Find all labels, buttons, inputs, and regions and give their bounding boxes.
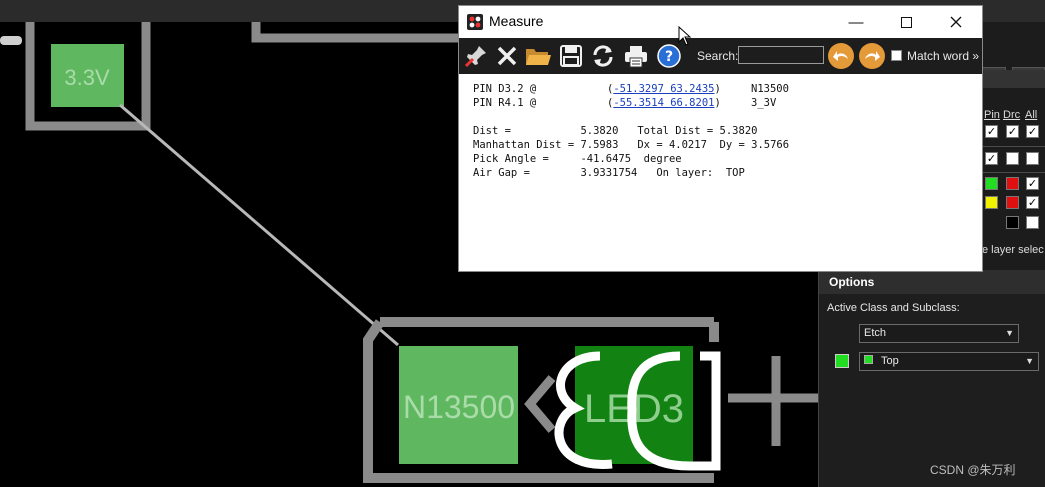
pin2-coords-link[interactable]: -55.3514 66.8201: [613, 97, 714, 109]
all-checkbox[interactable]: [1026, 216, 1039, 229]
search-label: Search:: [697, 49, 739, 63]
trace-stub: [0, 36, 22, 45]
color-swatch-green[interactable]: [985, 177, 998, 190]
class-value: Etch: [864, 327, 887, 339]
all-checkbox[interactable]: ✓: [1026, 125, 1039, 138]
pin1-net: N13500: [751, 83, 789, 95]
window-title: Measure: [489, 13, 544, 29]
arrow-right-icon: [865, 51, 880, 61]
svg-text:?: ?: [665, 49, 673, 65]
pick-angle-line: Pick Angle = -41.6475 degree: [473, 153, 682, 165]
chevron-down-icon: ▼: [1005, 328, 1014, 338]
refresh-button[interactable]: [589, 42, 617, 70]
open-button[interactable]: [524, 42, 552, 70]
all-header: All: [1025, 109, 1038, 121]
all-checkbox[interactable]: ✓: [1026, 177, 1039, 190]
manhattan-line: Manhattan Dist = 7.5983 Dx = 4.0217 Dy =…: [473, 139, 790, 151]
drc-header: Drc: [1003, 109, 1021, 121]
printer-icon: [625, 46, 647, 68]
minimize-button[interactable]: —: [833, 6, 879, 38]
help-button[interactable]: ?: [655, 42, 683, 70]
refresh-icon: [593, 45, 613, 67]
options-panel: Options Active Class and Subclass: Etch …: [818, 270, 1045, 487]
pad-n13500-label: N13500: [403, 389, 515, 425]
board-outline-top: [251, 22, 460, 43]
drc-checkbox[interactable]: ✓: [1006, 125, 1019, 138]
all-checkbox[interactable]: ✓: [1026, 196, 1039, 209]
color-swatch-red[interactable]: [1006, 177, 1019, 190]
class-color-swatch[interactable]: [835, 354, 849, 368]
color-swatch-yellow[interactable]: [985, 196, 998, 209]
floppy-disk-icon: [560, 45, 582, 67]
plus-mark: [728, 356, 818, 446]
maximize-button[interactable]: [883, 6, 929, 38]
dist-line: Dist = 5.3820 Total Dist = 5.3820: [473, 125, 758, 137]
mouse-cursor-icon: [678, 26, 692, 46]
panel-header: [982, 70, 1045, 88]
drc-checkbox[interactable]: [1006, 152, 1019, 165]
pin-checkbox[interactable]: ✓: [985, 152, 998, 165]
pin-checkbox[interactable]: ✓: [985, 125, 998, 138]
layer-select-note: e layer selec: [982, 244, 1044, 256]
diode-symbol: [524, 375, 556, 433]
match-word-checkbox[interactable]: [891, 50, 902, 61]
maximize-icon: [900, 16, 912, 28]
search-input[interactable]: [738, 46, 824, 64]
title-bar[interactable]: Measure —: [459, 6, 982, 38]
next-match-button[interactable]: [859, 43, 885, 69]
measure-window[interactable]: Measure — ? Search: Match word » PIN D3.…: [458, 5, 983, 272]
air-gap-line: Air Gap = 3.9331754 On layer: TOP: [473, 167, 745, 179]
arrow-left-icon: [833, 51, 848, 61]
divider: [982, 146, 1045, 147]
subclass-value: Top: [881, 355, 899, 367]
previous-match-button[interactable]: [828, 43, 854, 69]
match-word-label: Match word »: [907, 49, 980, 63]
pin1-label: PIN D3.2 @: [473, 83, 537, 95]
close-button[interactable]: [933, 6, 979, 38]
print-button[interactable]: [622, 42, 650, 70]
class-dropdown[interactable]: Etch ▼: [859, 324, 1019, 343]
pin2-coords-row: (-55.3514 66.8201): [607, 97, 721, 109]
pin1-coords-row: (-51.3297 63.2435): [607, 83, 721, 95]
watermark: CSDN @朱万利: [930, 463, 1016, 477]
measure-toolbar: ? Search: Match word »: [459, 38, 982, 74]
app-icon: [467, 14, 483, 30]
options-title: Options: [819, 270, 1045, 294]
x-icon: [497, 46, 517, 66]
pin-tool-button[interactable]: [462, 42, 490, 70]
save-button[interactable]: [557, 42, 585, 70]
subclass-color-icon: [864, 355, 873, 364]
chevron-down-icon: ▼: [1025, 356, 1034, 366]
pin-header: Pin: [984, 109, 1000, 121]
pin1-coords-link[interactable]: -51.3297 63.2435: [613, 83, 714, 95]
divider: [982, 172, 1045, 173]
subclass-dropdown[interactable]: Top ▼: [859, 352, 1039, 371]
color-swatch-black[interactable]: [1006, 216, 1019, 229]
pushpin-icon: [464, 46, 486, 68]
help-icon: ?: [657, 44, 681, 68]
delete-button[interactable]: [493, 42, 521, 70]
pad-3v3-label: 3.3V: [64, 65, 110, 90]
all-checkbox[interactable]: [1026, 152, 1039, 165]
minimize-icon: —: [848, 13, 864, 31]
close-icon: [950, 16, 962, 28]
active-class-label: Active Class and Subclass:: [827, 302, 960, 314]
pin2-net: 3_3V: [751, 97, 777, 109]
folder-icon: [526, 49, 551, 65]
pin2-label: PIN R4.1 @: [473, 97, 537, 109]
measure-line: [119, 103, 399, 347]
color-swatch-red[interactable]: [1006, 196, 1019, 209]
